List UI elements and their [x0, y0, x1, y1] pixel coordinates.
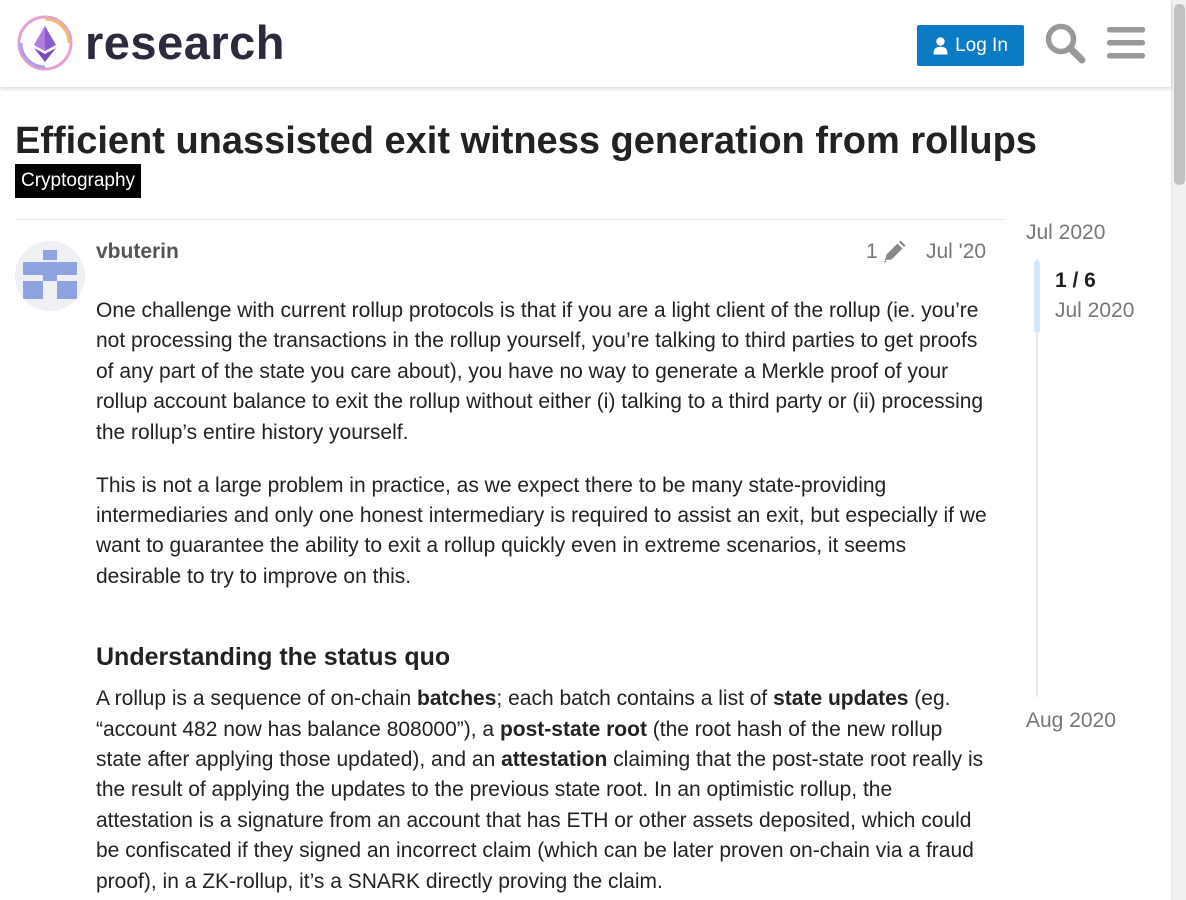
post-paragraph: This is not a large problem in practice,…	[96, 473, 987, 588]
pencil-icon	[883, 241, 906, 263]
page: research Log In Efficient unassisted exi…	[0, 0, 1186, 900]
avatar[interactable]	[15, 241, 85, 311]
bold-term: attestation	[501, 747, 608, 771]
edit-count: 1	[866, 240, 878, 263]
scrollbar-thumb[interactable]	[1174, 4, 1185, 185]
post-date[interactable]: Jul '20	[926, 240, 986, 264]
avatar-icon	[15, 241, 85, 311]
login-button-label: Log In	[955, 34, 1008, 56]
topic-title[interactable]: Efficient unassisted exit witness genera…	[15, 120, 1037, 163]
site-header: research Log In	[0, 0, 1171, 87]
site-brand[interactable]: research	[85, 14, 285, 72]
bold-term: post-state root	[499, 717, 647, 741]
search-icon[interactable]	[1044, 22, 1086, 64]
post-username[interactable]: vbuterin	[96, 240, 179, 264]
category-badge[interactable]: Cryptography	[15, 164, 142, 198]
divider	[15, 219, 1004, 220]
hamburger-menu-icon[interactable]	[1107, 26, 1145, 60]
timeline-position-date: Jul 2020	[1055, 299, 1135, 322]
text-run: A rollup is a sequence of on-chain	[96, 687, 418, 711]
timeline-position: 1 / 6	[1055, 269, 1096, 292]
post-body: One challenge with current rollup protoc…	[96, 296, 991, 900]
section-heading: Understanding the status quo	[96, 643, 451, 672]
timeline-start-date[interactable]: Jul 2020	[1026, 221, 1105, 245]
edit-history-button[interactable]: 1	[866, 240, 906, 264]
bold-term: state updates	[773, 687, 909, 711]
bold-term: batches	[417, 687, 497, 711]
logo-icon[interactable]	[16, 14, 74, 72]
timeline-end-date[interactable]: Aug 2020	[1026, 709, 1116, 733]
post-paragraph: One challenge with current rollup protoc…	[96, 299, 984, 444]
text-run: ; each batch contains a list of	[496, 687, 774, 711]
user-icon	[933, 36, 948, 54]
scrollbar[interactable]	[1171, 0, 1186, 900]
post-paragraph: A rollup is a sequence of on-chain batch…	[96, 684, 991, 897]
login-button[interactable]: Log In	[917, 25, 1024, 66]
timeline-handle[interactable]	[1034, 261, 1040, 332]
